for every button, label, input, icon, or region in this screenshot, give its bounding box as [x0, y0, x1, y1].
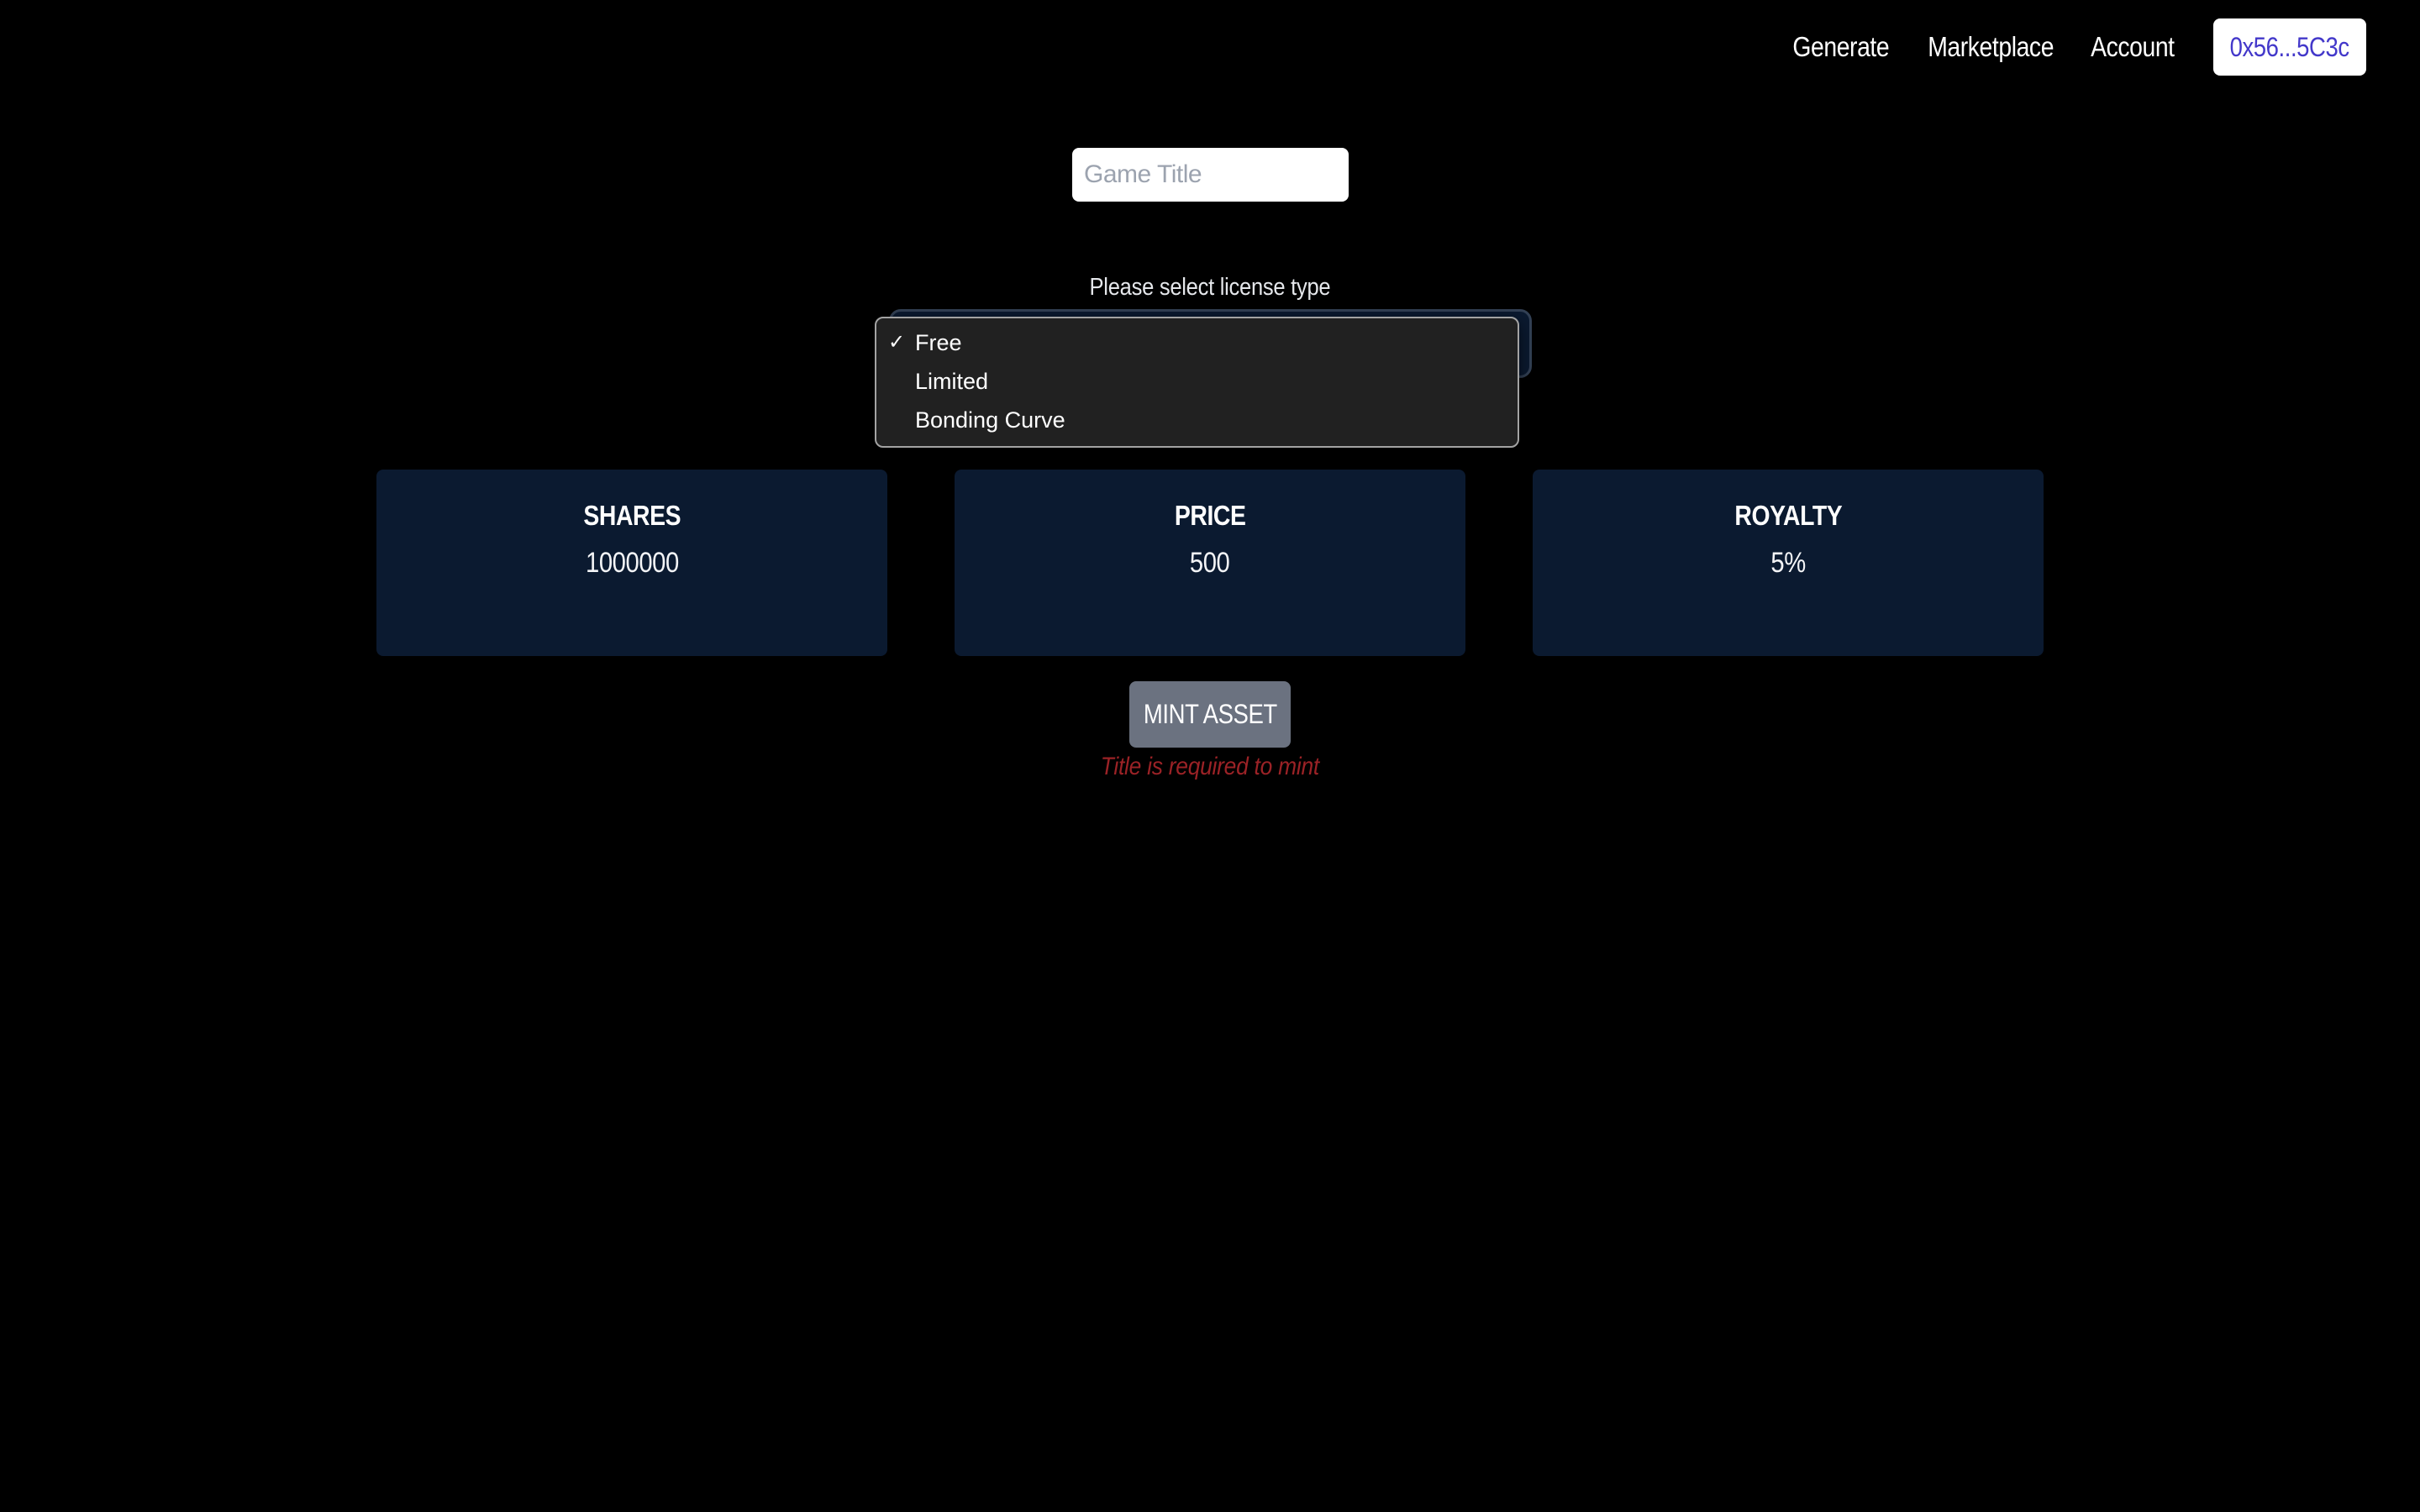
mint-error-message: Title is required to mint: [0, 753, 2420, 781]
stat-value-text: 500: [1190, 547, 1230, 579]
nav-link-generate[interactable]: Generate: [1793, 31, 1890, 63]
nav-link-account[interactable]: Account: [2091, 31, 2175, 63]
license-option-label: Bonding Curve: [915, 407, 1065, 433]
nav-link-marketplace[interactable]: Marketplace: [1928, 31, 2054, 63]
license-option-free[interactable]: ✓ Free: [876, 323, 1518, 362]
license-option-label: Limited: [915, 369, 989, 394]
checkmark-icon: ✓: [888, 331, 906, 354]
license-type-label: Please select license type: [0, 274, 2420, 302]
page: Generate Marketplace Account 0x56...5C3c…: [0, 0, 2420, 1512]
mint-asset-button[interactable]: MINT ASSET: [1129, 681, 1291, 748]
stat-label-text: PRICE: [1174, 500, 1246, 531]
license-option-label: Free: [915, 330, 962, 355]
stat-value: 5%: [1533, 547, 2044, 580]
stat-value: 500: [955, 547, 1465, 580]
license-type-dropdown-menu: ✓ Free Limited Bonding Curve: [875, 317, 1519, 448]
stat-value: 1000000: [376, 547, 887, 580]
stat-value-text: 5%: [1770, 547, 1806, 579]
game-title-input[interactable]: [1072, 148, 1349, 202]
mint-error-message-text: Title is required to mint: [1100, 753, 1320, 780]
top-nav: Generate Marketplace Account 0x56...5C3c: [1775, 18, 2366, 76]
stat-label: ROYALTY: [1533, 500, 2044, 532]
mint-asset-button-label: MINT ASSET: [1143, 699, 1277, 729]
wallet-address-text: 0x56...5C3c: [2229, 31, 2350, 62]
stat-label: PRICE: [955, 500, 1465, 532]
stat-value-text: 1000000: [585, 547, 679, 579]
wallet-address-button[interactable]: 0x56...5C3c: [2213, 18, 2366, 76]
license-type-label-text: Please select license type: [1089, 274, 1331, 301]
stat-label-text: SHARES: [583, 500, 681, 531]
stat-card-royalty: ROYALTY 5%: [1533, 470, 2044, 656]
stat-label-text: ROYALTY: [1734, 500, 1842, 531]
stat-label: SHARES: [376, 500, 887, 532]
license-option-limited[interactable]: Limited: [876, 362, 1518, 401]
license-option-bonding-curve[interactable]: Bonding Curve: [876, 401, 1518, 439]
stat-card-price: PRICE 500: [955, 470, 1465, 656]
stat-card-shares: SHARES 1000000: [376, 470, 887, 656]
